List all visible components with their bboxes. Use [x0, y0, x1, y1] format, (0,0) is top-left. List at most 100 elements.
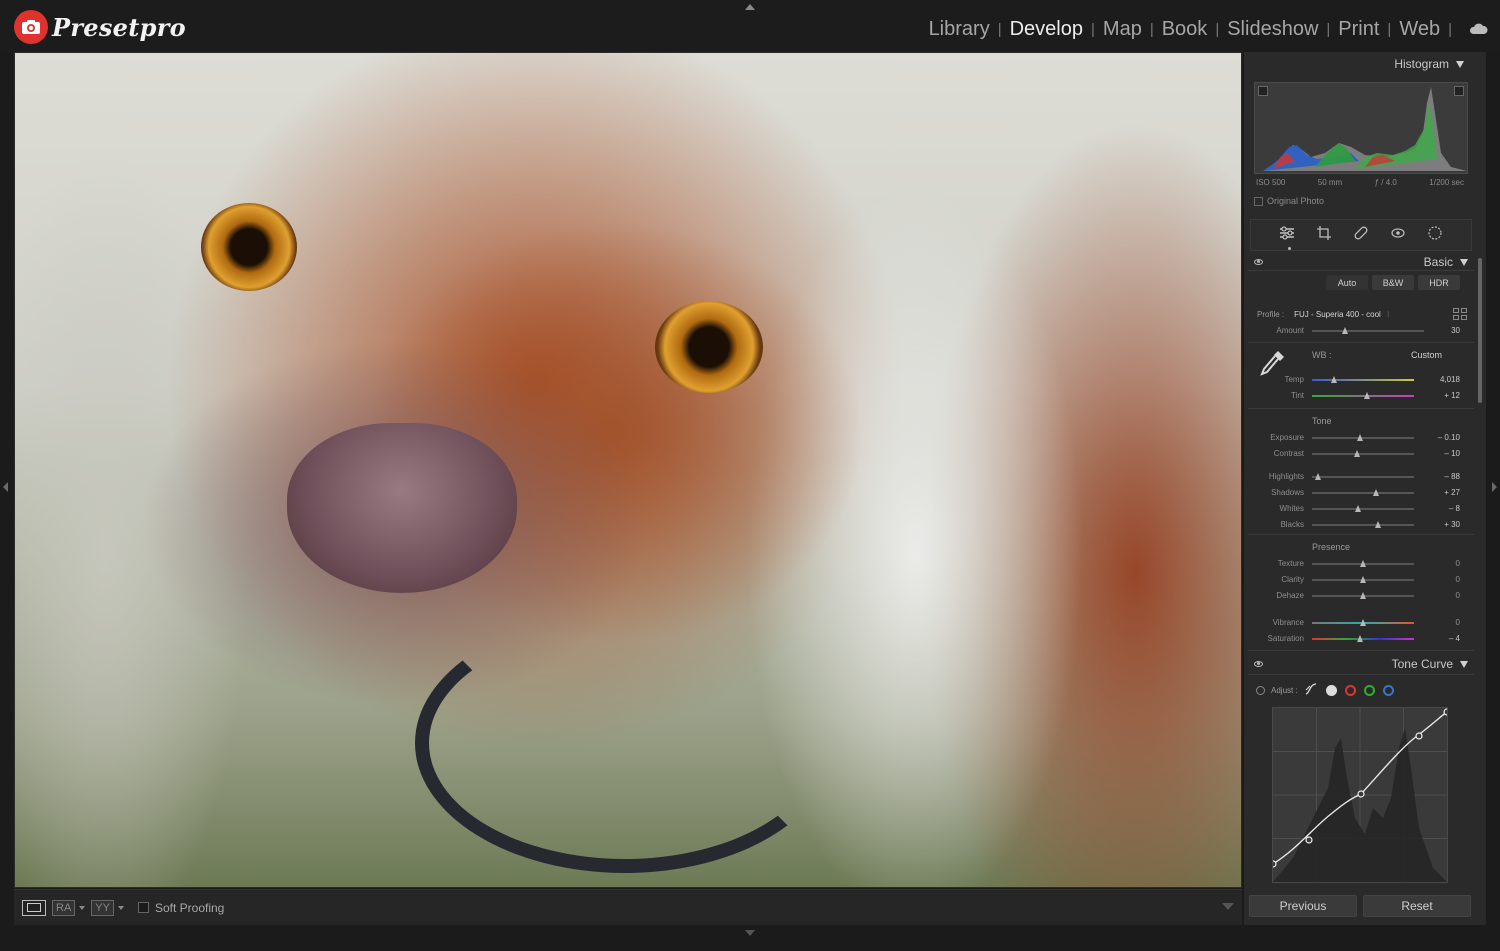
slider-track[interactable]: [1312, 592, 1414, 599]
previous-button[interactable]: Previous: [1249, 895, 1357, 917]
slider-value[interactable]: – 10: [1430, 449, 1460, 458]
slider-shadows[interactable]: Shadows + 27: [1244, 486, 1478, 500]
slider-value[interactable]: + 30: [1430, 520, 1460, 529]
slider-saturation[interactable]: Saturation – 4: [1244, 632, 1478, 646]
slider-thumb[interactable]: [1359, 576, 1366, 583]
profile-select[interactable]: FUJ - Superia 400 - cool: [1294, 310, 1381, 319]
slider-track[interactable]: [1312, 434, 1414, 441]
slider-whites[interactable]: Whites – 8: [1244, 502, 1478, 516]
slider-track[interactable]: [1312, 489, 1414, 496]
slider-track[interactable]: [1312, 392, 1414, 399]
module-map[interactable]: Map: [1101, 18, 1144, 41]
slider-vibrance[interactable]: Vibrance 0: [1244, 616, 1478, 630]
tone-curve-graph[interactable]: [1269, 707, 1451, 883]
collapse-filmstrip-arrow[interactable]: [745, 930, 755, 936]
slider-thumb[interactable]: [1357, 635, 1364, 642]
red-channel-icon[interactable]: [1344, 684, 1356, 696]
slider-thumb[interactable]: [1359, 619, 1366, 626]
slider-value[interactable]: – 4: [1430, 634, 1460, 643]
slider-exposure[interactable]: Exposure – 0.10: [1244, 431, 1478, 445]
slider-thumb[interactable]: [1342, 327, 1349, 334]
panel-scrollbar[interactable]: [1478, 258, 1482, 403]
point-curve-white-icon[interactable]: [1325, 684, 1337, 696]
slider-amount[interactable]: Amount 30: [1244, 324, 1478, 338]
slider-thumb[interactable]: [1354, 450, 1361, 457]
masking-icon[interactable]: [1427, 225, 1443, 246]
slider-track[interactable]: [1312, 635, 1414, 642]
slider-thumb[interactable]: [1374, 521, 1381, 528]
slider-texture[interactable]: Texture 0: [1244, 557, 1478, 571]
slider-thumb[interactable]: [1359, 592, 1366, 599]
healing-bandage-icon[interactable]: [1353, 225, 1369, 246]
slider-track[interactable]: [1312, 450, 1414, 457]
bw-button[interactable]: B&W: [1372, 275, 1414, 290]
collapse-triangle-icon[interactable]: [1456, 60, 1464, 68]
slider-track[interactable]: [1312, 473, 1414, 480]
slider-clarity[interactable]: Clarity 0: [1244, 573, 1478, 587]
slider-thumb[interactable]: [1363, 392, 1370, 399]
basic-header[interactable]: Basic: [1244, 252, 1478, 272]
visibility-eye-icon[interactable]: [1254, 259, 1263, 265]
original-photo-checkbox[interactable]: [1254, 196, 1263, 206]
original-photo-toggle[interactable]: Original Photo: [1254, 196, 1324, 206]
histogram-graph[interactable]: [1254, 82, 1468, 174]
slider-thumb[interactable]: [1314, 473, 1321, 480]
slider-value[interactable]: 0: [1430, 575, 1460, 584]
collapse-top-panel-arrow[interactable]: [745, 4, 755, 10]
slider-value[interactable]: – 8: [1430, 504, 1460, 513]
slider-value[interactable]: 0: [1430, 591, 1460, 600]
slider-blacks[interactable]: Blacks + 30: [1244, 518, 1478, 532]
slider-value[interactable]: 0: [1430, 618, 1460, 627]
hdr-button[interactable]: HDR: [1418, 275, 1460, 290]
slider-track[interactable]: [1312, 560, 1414, 567]
slider-contrast[interactable]: Contrast – 10: [1244, 447, 1478, 461]
slider-temp[interactable]: Temp 4,018: [1244, 373, 1478, 387]
slider-value[interactable]: – 88: [1430, 472, 1460, 481]
module-book[interactable]: Book: [1160, 18, 1210, 41]
cloud-icon[interactable]: [1468, 18, 1488, 41]
wb-select[interactable]: Custom: [1411, 350, 1442, 360]
edit-sliders-icon[interactable]: [1279, 226, 1295, 245]
module-print[interactable]: Print: [1336, 18, 1381, 41]
visibility-eye-icon[interactable]: [1254, 661, 1263, 667]
tone-curve-header[interactable]: Tone Curve: [1244, 654, 1478, 674]
profile-dropdown-icon[interactable]: ⁝: [1387, 310, 1390, 319]
slider-track[interactable]: [1312, 376, 1414, 383]
collapse-right-panel-arrow[interactable]: [1492, 482, 1497, 492]
slider-value[interactable]: 0: [1430, 559, 1460, 568]
module-library[interactable]: Library: [927, 18, 992, 41]
module-web[interactable]: Web: [1397, 18, 1442, 41]
loupe-view-button[interactable]: [22, 899, 46, 916]
slider-track[interactable]: [1312, 576, 1414, 583]
parametric-curve-icon[interactable]: [1304, 682, 1318, 698]
slider-value[interactable]: + 12: [1430, 391, 1460, 400]
slider-track[interactable]: [1312, 327, 1424, 334]
slider-track[interactable]: [1312, 505, 1414, 512]
slider-value[interactable]: + 27: [1430, 488, 1460, 497]
before-after-button[interactable]: RA: [52, 899, 76, 916]
slider-tint[interactable]: Tint + 12: [1244, 389, 1478, 403]
swap-before-after-button[interactable]: YY: [91, 899, 114, 916]
collapse-triangle-icon[interactable]: [1460, 258, 1468, 266]
reset-button[interactable]: Reset: [1363, 895, 1471, 917]
histogram-header[interactable]: Histogram: [1244, 52, 1478, 76]
slider-thumb[interactable]: [1372, 489, 1379, 496]
module-develop[interactable]: Develop: [1008, 18, 1085, 41]
target-adjust-icon[interactable]: [1256, 685, 1265, 695]
expand-left-panel-arrow[interactable]: [3, 482, 8, 492]
slider-value[interactable]: 30: [1430, 326, 1460, 335]
collapse-triangle-icon[interactable]: [1460, 660, 1468, 668]
auto-button[interactable]: Auto: [1326, 275, 1368, 290]
slider-thumb[interactable]: [1357, 434, 1364, 441]
photo-canvas[interactable]: [14, 52, 1242, 888]
module-slideshow[interactable]: Slideshow: [1225, 18, 1320, 41]
slider-thumb[interactable]: [1359, 560, 1366, 567]
slider-track[interactable]: [1312, 521, 1414, 528]
slider-value[interactable]: 4,018: [1430, 375, 1460, 384]
swap-dropdown-icon[interactable]: [117, 905, 124, 910]
slider-dehaze[interactable]: Dehaze 0: [1244, 589, 1478, 603]
soft-proofing-checkbox[interactable]: [137, 902, 149, 913]
slider-track[interactable]: [1312, 619, 1414, 626]
slider-value[interactable]: – 0.10: [1430, 433, 1460, 442]
profile-browser-grid-icon[interactable]: [1453, 308, 1467, 320]
